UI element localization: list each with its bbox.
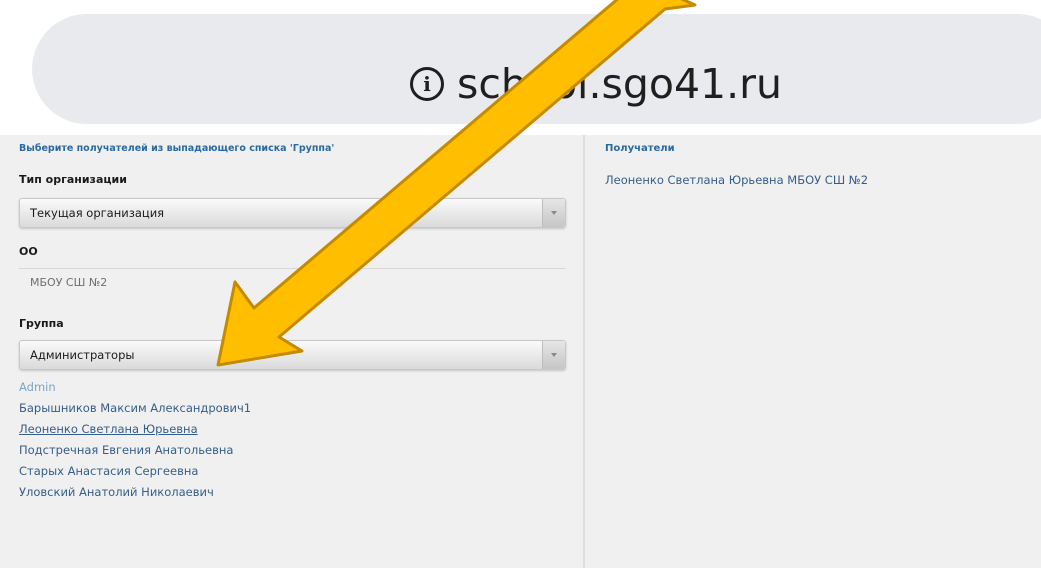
recipient-selection-panel: Выберите получателей из выпадающего спис… — [0, 135, 583, 568]
recipients-title: Получатели — [605, 143, 675, 154]
group-select[interactable]: Администраторы — [19, 340, 566, 370]
oo-label: ОО — [19, 245, 38, 258]
address-bar[interactable]: i school.sgo41.ru — [32, 14, 1041, 124]
message-recipients-page: Выберите получателей из выпадающего спис… — [0, 135, 1041, 568]
member-link[interactable]: Старых Анастасия Сергеевна — [19, 464, 198, 478]
member-link[interactable]: Admin — [19, 380, 56, 394]
member-link[interactable]: Уловский Анатолий Николаевич — [19, 485, 214, 499]
org-type-select[interactable]: Текущая организация — [19, 198, 566, 228]
chevron-down-icon[interactable] — [542, 341, 565, 369]
oo-divider — [19, 268, 566, 269]
recipients-panel: Получатели Леоненко Светлана Юрьевна МБО… — [585, 135, 1041, 568]
selection-hint: Выберите получателей из выпадающего спис… — [19, 143, 335, 154]
org-type-label: Тип организации — [19, 173, 127, 186]
info-circle-icon[interactable]: i — [410, 67, 444, 101]
member-link[interactable]: Подстречная Евгения Анатольевна — [19, 443, 233, 457]
group-value: Администраторы — [30, 348, 135, 362]
group-label: Группа — [19, 317, 64, 330]
chevron-down-icon[interactable] — [542, 199, 565, 227]
recipient-item[interactable]: Леоненко Светлана Юрьевна МБОУ СШ №2 — [605, 173, 868, 187]
member-link[interactable]: Барышников Максим Александрович1 — [19, 401, 251, 415]
org-type-value: Текущая организация — [30, 206, 165, 220]
oo-value: МБОУ СШ №2 — [30, 276, 108, 289]
member-link-selected[interactable]: Леоненко Светлана Юрьевна — [19, 422, 198, 436]
url-text[interactable]: school.sgo41.ru — [457, 56, 782, 112]
browser-top-bar: i school.sgo41.ru — [0, 0, 1041, 135]
